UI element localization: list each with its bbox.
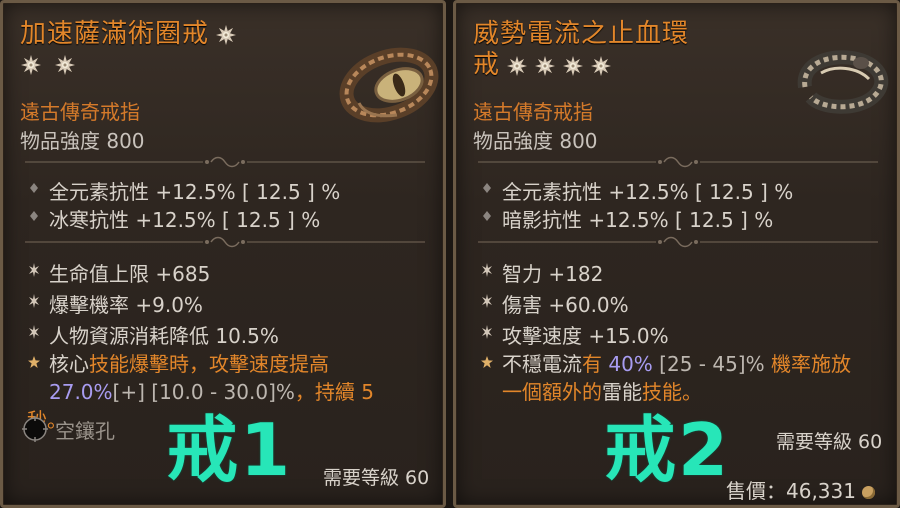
section-divider xyxy=(478,235,878,249)
item-power: 物品強度 800 xyxy=(20,129,145,153)
rarity-stars xyxy=(20,54,88,76)
affix-bullet-icon xyxy=(27,291,41,311)
diamond-bullet-icon xyxy=(480,206,494,226)
star-icon xyxy=(506,55,528,77)
affix-line: 生命值上限 +685 xyxy=(27,258,210,287)
ring-icon xyxy=(797,50,889,114)
diamond-bullet-icon xyxy=(27,206,41,226)
item-tooltip-ring-1: 加速薩滿術圈戒 遠古傳奇戒指 物品強度 800 全元素抗性 +12.5% [ 1… xyxy=(0,0,446,508)
required-level: 需要等級 60 xyxy=(776,431,883,453)
star-bullet-icon xyxy=(480,352,494,372)
star-icon xyxy=(534,55,556,77)
implicit-affix: 冰寒抗性 +12.5% [ 12.5 ] % xyxy=(27,204,320,233)
affix-line: 智力 +182 xyxy=(480,258,603,287)
affix-line: 人物資源消耗降低 10.5% xyxy=(27,320,279,349)
item-title: 威勢電流之止血環戒 xyxy=(473,19,690,80)
item-type: 遠古傳奇戒指 xyxy=(473,100,593,124)
affix-bullet-icon xyxy=(480,322,494,342)
star-icon xyxy=(590,55,612,77)
affix-bullet-icon xyxy=(480,260,494,280)
overlay-label: 戒2 xyxy=(604,408,731,492)
affix-line: 攻擊速度 +15.0% xyxy=(480,320,669,349)
diamond-bullet-icon xyxy=(480,178,494,198)
star-icon xyxy=(562,55,584,77)
affix-bullet-icon xyxy=(480,291,494,311)
star-icon xyxy=(20,54,42,76)
diamond-bullet-icon xyxy=(27,178,41,198)
affix-bullet-icon xyxy=(27,322,41,342)
star-icon xyxy=(54,54,76,76)
section-divider xyxy=(25,155,425,169)
implicit-affix: 全元素抗性 +12.5% [ 12.5 ] % xyxy=(27,176,340,205)
implicit-affix: 暗影抗性 +12.5% [ 12.5 ] % xyxy=(480,204,773,233)
socket-icon xyxy=(22,416,48,442)
required-level: 需要等級 60 xyxy=(323,467,430,489)
affix-line: 爆擊機率 +9.0% xyxy=(27,289,203,318)
gold-coin-icon xyxy=(861,486,875,499)
item-power: 物品強度 800 xyxy=(473,129,598,153)
section-divider xyxy=(25,235,425,249)
star-icon xyxy=(215,24,237,46)
item-title: 加速薩滿術圈戒 xyxy=(20,19,237,50)
overlay-label: 戒1 xyxy=(166,408,293,492)
item-tooltip-ring-2: 威勢電流之止血環戒 遠古傳奇戒指 物品強度 800 全元素抗性 +12.5% [… xyxy=(453,0,900,508)
affix-bullet-icon xyxy=(27,260,41,280)
star-bullet-icon xyxy=(27,352,41,372)
ring-icon xyxy=(339,47,439,123)
affix-line: 傷害 +60.0% xyxy=(480,289,629,318)
implicit-affix: 全元素抗性 +12.5% [ 12.5 ] % xyxy=(480,176,793,205)
sell-price: 售價：46,331 xyxy=(726,475,875,504)
section-divider xyxy=(478,155,878,169)
empty-socket-label: 空鑲孔 xyxy=(55,419,115,443)
item-type: 遠古傳奇戒指 xyxy=(20,100,140,124)
